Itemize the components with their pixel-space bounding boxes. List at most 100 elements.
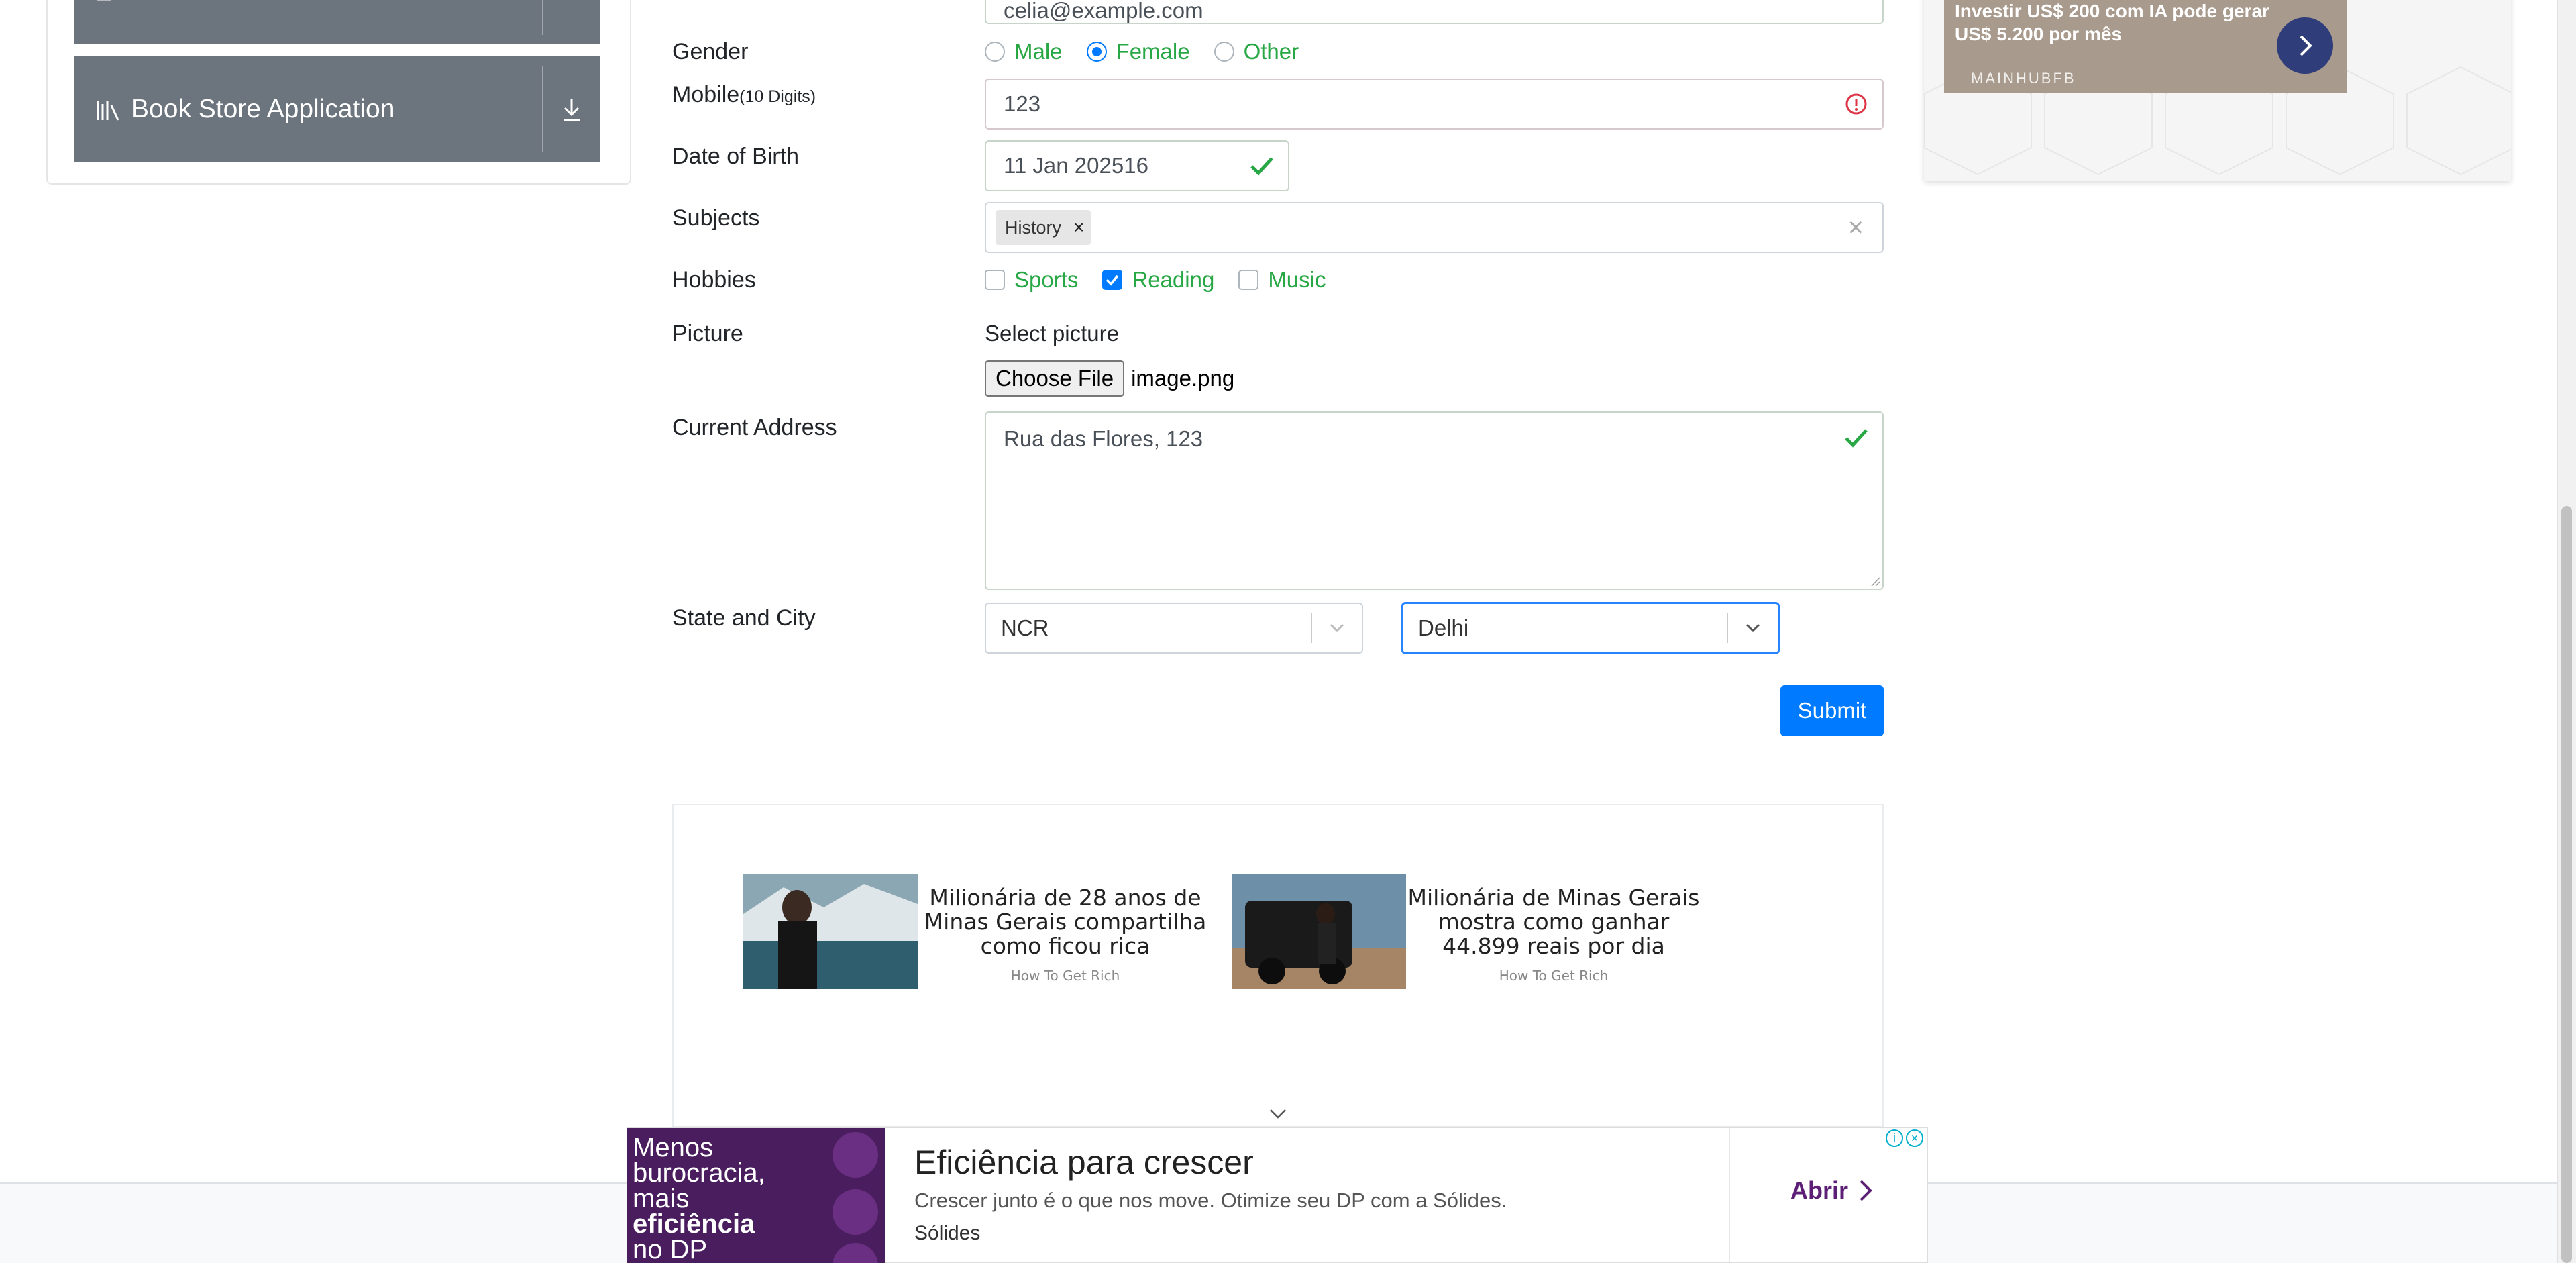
checkbox-sports[interactable]: [985, 270, 1005, 290]
chevron-right-icon: [1860, 1180, 1872, 1201]
city-value: Delhi: [1418, 615, 1469, 640]
mobile-value: 123: [1004, 91, 1041, 116]
mobile-label: Mobile(10 Digits): [672, 82, 816, 108]
sidebar-item-book-store[interactable]: Book Store Application: [74, 56, 600, 162]
ad-card-text: Milionária de 28 anos de Minas Gerais co…: [918, 874, 1213, 984]
select-separator: [1311, 613, 1312, 643]
mobile-field[interactable]: 123: [985, 79, 1884, 130]
download-icon[interactable]: [557, 0, 586, 19]
address-label: Current Address: [672, 415, 837, 440]
banner-ad-title[interactable]: Eficiência para crescer: [914, 1143, 1254, 1182]
bottom-banner-ad[interactable]: Menos burocracia, mais eficiência no DP …: [627, 1127, 1928, 1263]
mobile-hint: (10 Digits): [739, 87, 816, 106]
subjects-input[interactable]: History × ×: [985, 202, 1884, 253]
resize-handle-icon[interactable]: [1870, 576, 1881, 587]
gender-options: Male Female Other: [985, 39, 1323, 64]
hobbies-label: Hobbies: [672, 267, 756, 293]
check-icon: [1843, 0, 1869, 5]
banner-ad-description: Crescer junto é o que nos move. Otimize …: [914, 1189, 1507, 1212]
chevron-down-icon[interactable]: [1741, 617, 1764, 640]
banner-tagline-line: burocracia,: [633, 1158, 765, 1188]
select-picture-text: Select picture: [985, 321, 1119, 346]
address-textarea[interactable]: Rua das Flores, 123: [985, 411, 1884, 590]
banner-ad-tagline: Menos burocracia, mais eficiência no DP: [633, 1133, 765, 1263]
info-icon[interactable]: i: [1886, 1129, 1903, 1147]
city-select[interactable]: Delhi: [1401, 602, 1780, 654]
ad-card-source: How To Get Rich: [1010, 968, 1120, 984]
gender-other-option[interactable]: Other: [1214, 39, 1299, 64]
hobby-music-option[interactable]: Music: [1238, 267, 1326, 293]
dob-value: 11 Jan 202516: [1004, 153, 1148, 178]
book-icon: [97, 0, 111, 1]
mobile-label-text: Mobile: [672, 82, 740, 107]
email-field[interactable]: celia@example.com: [985, 0, 1884, 24]
banner-tagline-line: mais: [633, 1184, 690, 1213]
hobby-sports-label[interactable]: Sports: [1014, 267, 1078, 293]
banner-cta-label[interactable]: Abrir: [1790, 1176, 1848, 1205]
banner-ad-brand: Sólides: [914, 1222, 981, 1244]
banner-ad-image[interactable]: Menos burocracia, mais eficiência no DP: [627, 1128, 885, 1263]
check-icon: [1845, 429, 1868, 448]
hobby-reading-label[interactable]: Reading: [1132, 267, 1214, 293]
state-value: NCR: [1001, 615, 1049, 640]
ad-card-text: Milionária de Minas Gerais mostra como g…: [1406, 874, 1701, 983]
ad-image-1[interactable]: [743, 874, 918, 989]
chevron-right-icon: [2300, 35, 2312, 56]
banner-tagline-line: eficiência: [633, 1209, 755, 1239]
dob-field[interactable]: 11 Jan 202516: [985, 140, 1289, 191]
download-icon[interactable]: [557, 95, 586, 124]
radio-male[interactable]: [985, 42, 1005, 62]
ad-image-2[interactable]: [1232, 874, 1406, 989]
file-name: image.png: [1131, 366, 1235, 391]
checkbox-music[interactable]: [1238, 270, 1259, 290]
choose-file-button[interactable]: Choose File: [985, 360, 1125, 397]
checkbox-reading[interactable]: [1102, 270, 1123, 290]
hobby-sports-option[interactable]: Sports: [985, 267, 1078, 293]
chevron-down-icon[interactable]: [1326, 617, 1348, 640]
error-icon: [1845, 93, 1867, 115]
gender-female-label[interactable]: Female: [1116, 39, 1190, 64]
chip-remove-icon[interactable]: ×: [1073, 217, 1084, 238]
ad-card-title[interactable]: Milionária de Minas Gerais mostra como g…: [1406, 886, 1701, 958]
ad-choices[interactable]: i ×: [1886, 1129, 1923, 1147]
close-icon[interactable]: ×: [1906, 1129, 1923, 1147]
ad-card-1[interactable]: Milionária de 28 anos de Minas Gerais co…: [743, 874, 1213, 989]
hobby-music-label[interactable]: Music: [1268, 267, 1326, 293]
gender-female-option[interactable]: Female: [1086, 39, 1190, 64]
gender-male-option[interactable]: Male: [985, 39, 1063, 64]
state-select[interactable]: NCR: [985, 603, 1363, 654]
state-city-label: State and City: [672, 605, 816, 631]
top-ad[interactable]: Investir US$ 200 com IA pode gerar US$ 5…: [1944, 0, 2347, 93]
sidebar-divider: [542, 66, 543, 152]
gender-label: Gender: [672, 39, 749, 64]
banner-ad-open-button[interactable]: Abrir: [1790, 1176, 1874, 1205]
books-icon: [97, 101, 119, 121]
subject-chip: History ×: [996, 210, 1091, 245]
top-ad-text[interactable]: Investir US$ 200 com IA pode gerar US$ 5…: [1955, 0, 2284, 46]
subject-chip-label: History: [1005, 217, 1062, 238]
dob-label: Date of Birth: [672, 144, 799, 169]
radio-female[interactable]: [1086, 42, 1107, 62]
submit-button[interactable]: Submit: [1780, 685, 1884, 736]
hobbies-options: Sports Reading Music: [985, 267, 1350, 293]
chevron-down-icon[interactable]: [1268, 1106, 1288, 1122]
banner-tagline-line: Menos: [633, 1133, 714, 1162]
address-value: Rua das Flores, 123: [1004, 426, 1203, 451]
sidebar-item-previous[interactable]: [74, 0, 600, 44]
ad-card-2[interactable]: Milionária de Minas Gerais mostra como g…: [1232, 874, 1701, 989]
clear-icon[interactable]: ×: [1848, 213, 1864, 243]
scrollbar-thumb[interactable]: [2561, 506, 2572, 1263]
hobby-reading-option[interactable]: Reading: [1102, 267, 1214, 293]
picture-label: Picture: [672, 321, 743, 346]
radio-other[interactable]: [1214, 42, 1234, 62]
banner-ad-divider: [1729, 1128, 1730, 1262]
subjects-label: Subjects: [672, 205, 760, 231]
top-ad-brand: MAINHUBFB: [1971, 70, 2076, 87]
select-separator: [1727, 613, 1728, 643]
top-ad-arrow-button[interactable]: [2277, 17, 2333, 74]
file-input[interactable]: Choose File image.png: [985, 360, 1234, 397]
gender-other-label[interactable]: Other: [1244, 39, 1299, 64]
ad-card-title[interactable]: Milionária de 28 anos de Minas Gerais co…: [918, 886, 1213, 958]
gender-male-label[interactable]: Male: [1014, 39, 1063, 64]
check-icon: [1250, 157, 1273, 176]
